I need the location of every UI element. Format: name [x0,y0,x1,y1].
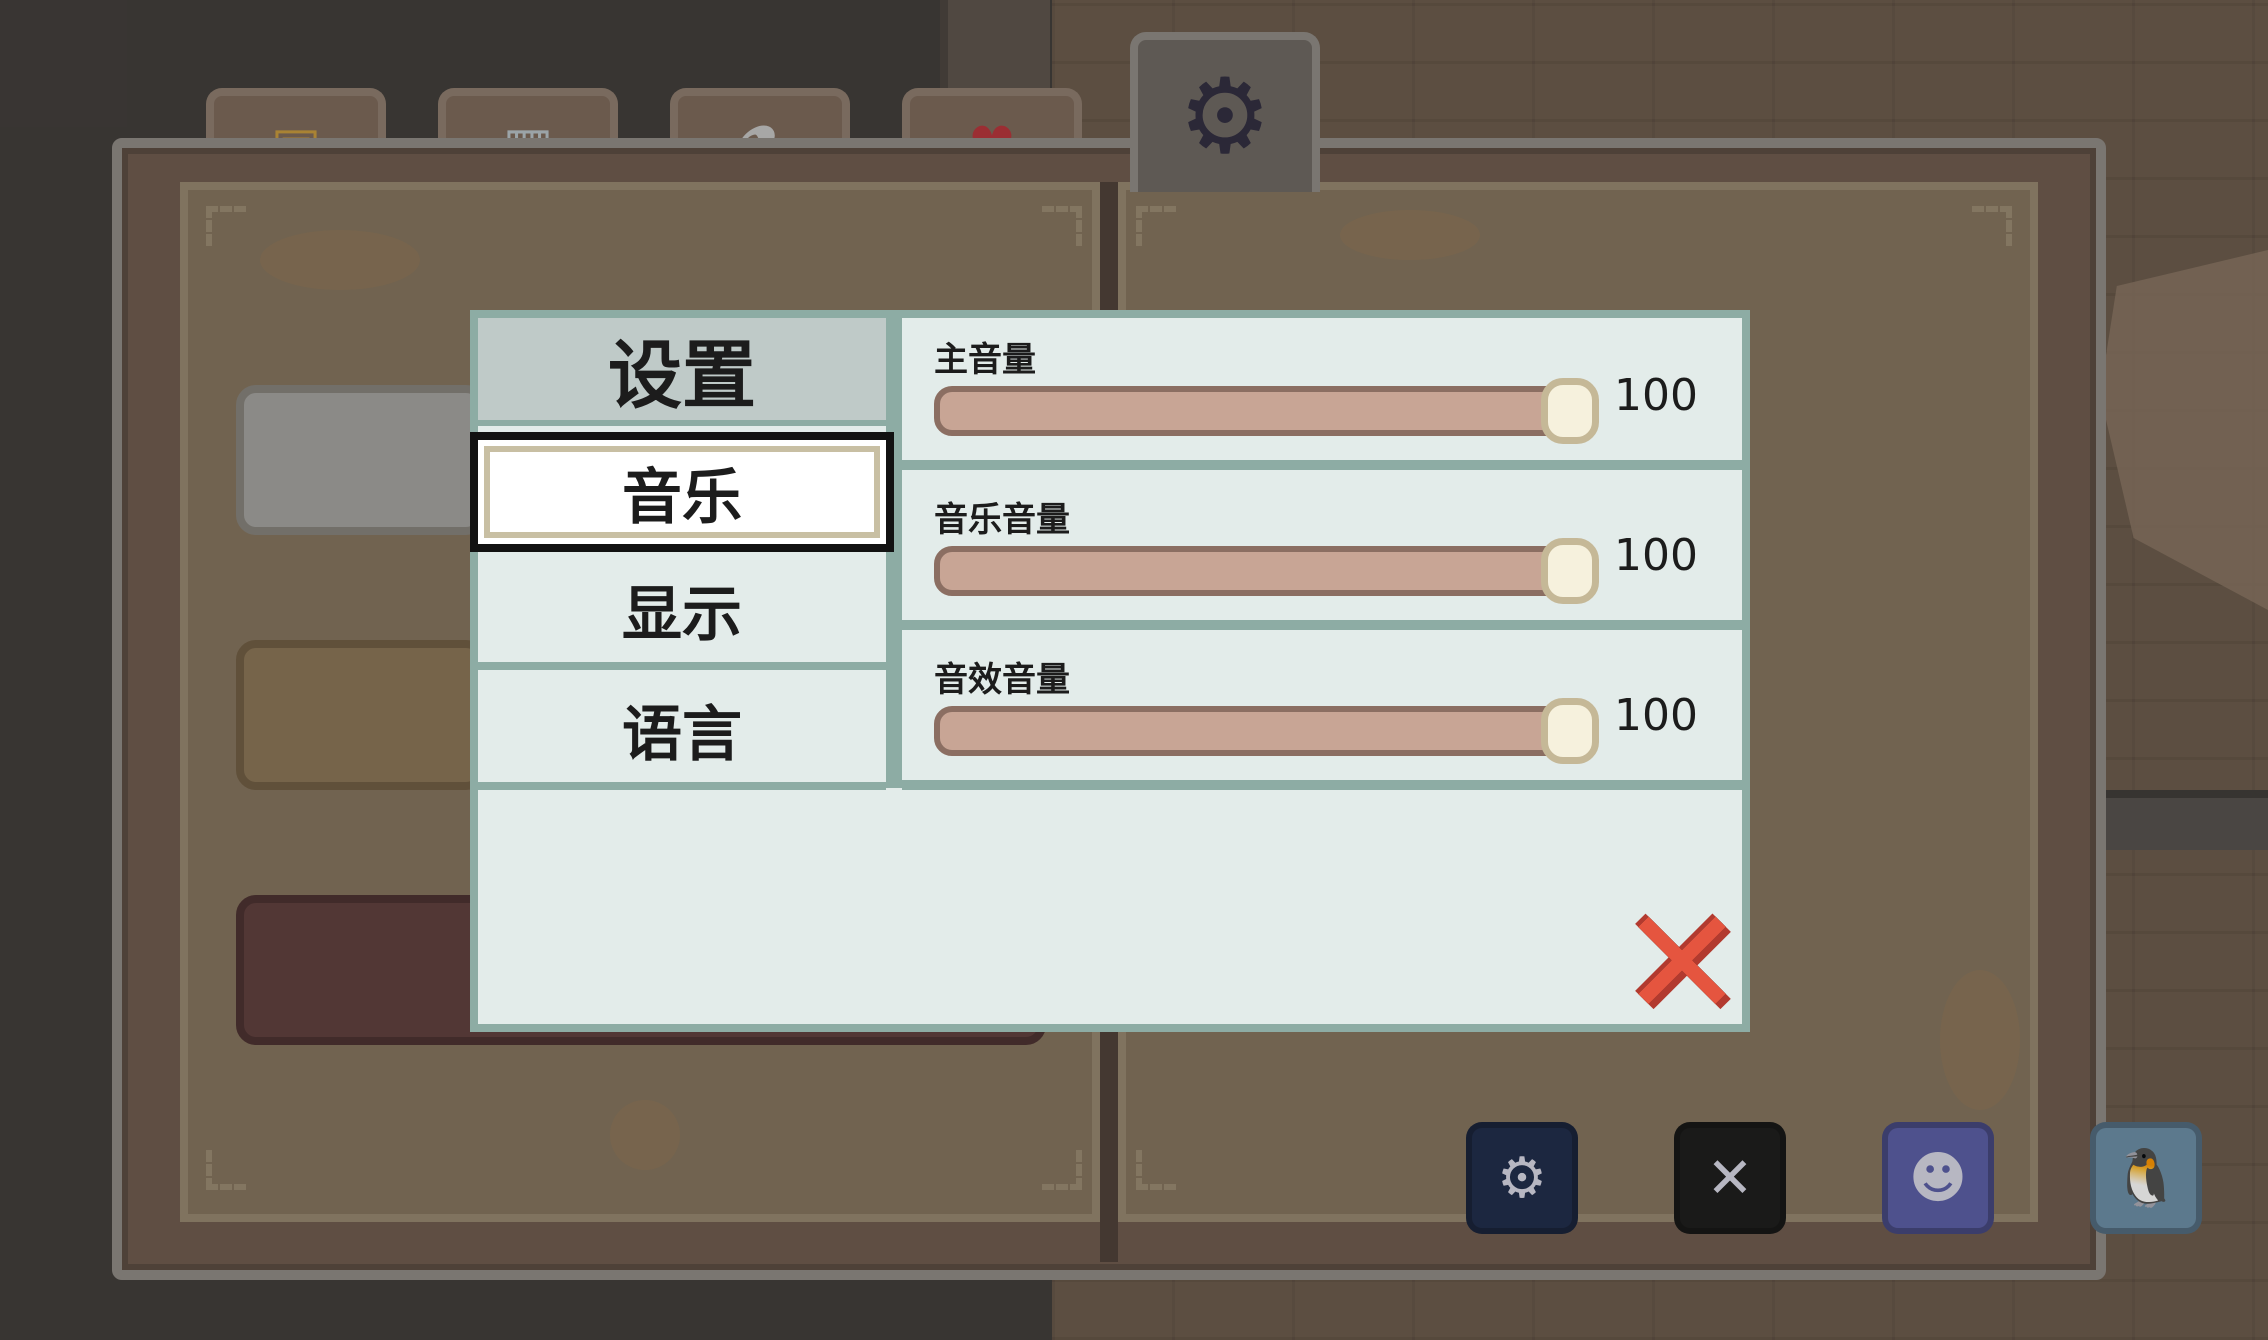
volume-value: 100 [1614,530,1698,581]
volume-row-master: 主音量 100 [902,318,1742,470]
volume-label: 音效音量 [934,660,1070,700]
close-x-icon: ✕ [1619,877,1745,1051]
volume-row-music: 音乐音量 100 [902,478,1742,630]
volume-slider-handle[interactable] [1541,378,1599,444]
volume-label: 主音量 [934,340,1036,380]
volume-row-sfx: 音效音量 100 [902,638,1742,790]
nav-tab-language[interactable]: 语言 [478,676,886,790]
settings-title: 设置 [478,318,886,426]
volume-slider-track[interactable] [934,546,1589,596]
volume-value: 100 [1614,370,1698,421]
volume-value: 100 [1614,690,1698,741]
volume-label: 音乐音量 [934,500,1070,540]
nav-separator [886,318,902,788]
close-button[interactable]: ✕ [1619,889,1745,1039]
volume-slider-track[interactable] [934,706,1589,756]
volume-slider-track[interactable] [934,386,1589,436]
volume-slider-handle[interactable] [1541,698,1599,764]
nav-tab-music[interactable]: 音乐 [470,432,894,552]
nav-tab-display[interactable]: 显示 [478,556,886,670]
volume-slider-handle[interactable] [1541,538,1599,604]
